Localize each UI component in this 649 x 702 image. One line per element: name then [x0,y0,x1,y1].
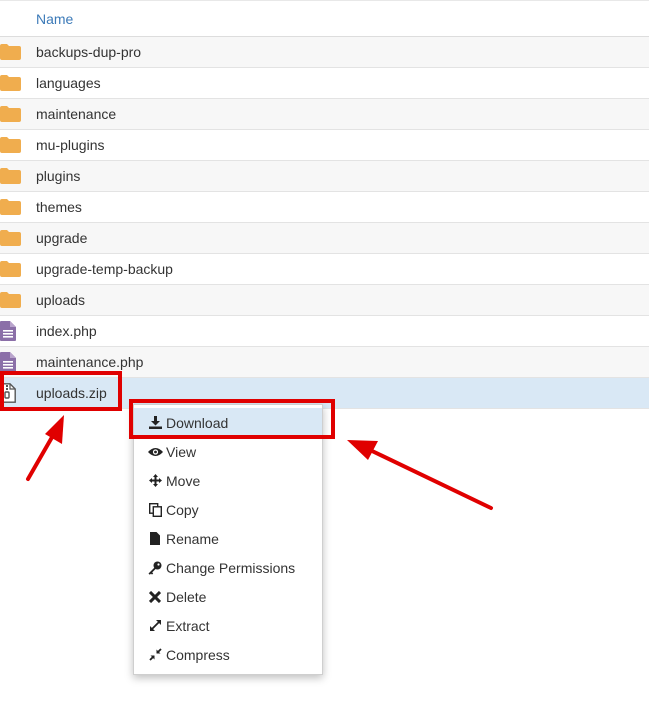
annotation-arrows [26,415,493,510]
annotation-arrow-left [26,415,64,481]
annotation-arrow-right [347,440,493,510]
